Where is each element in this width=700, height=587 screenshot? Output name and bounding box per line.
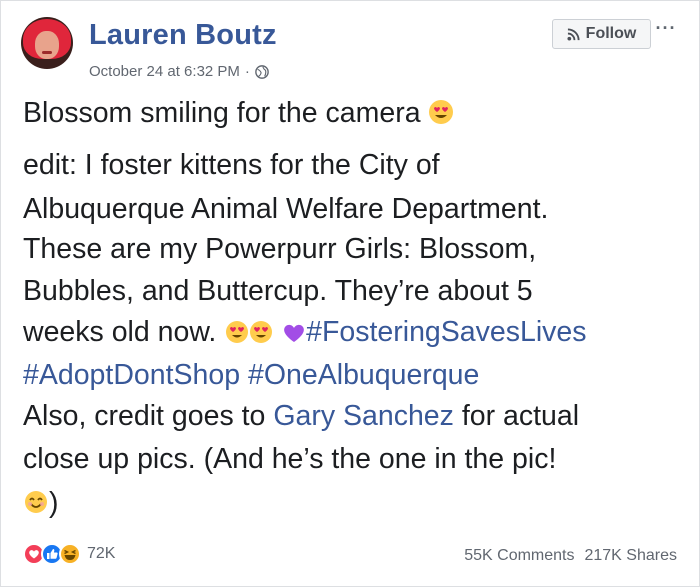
post-line-6: weeks old now. #FosteringSavesLives <box>23 312 587 353</box>
post-card: Lauren Boutz October 24 at 6:32 PM · Fol… <box>0 0 700 587</box>
hashtag-adopt-dont-shop[interactable]: #AdoptDontShop <box>23 359 240 391</box>
post-line-7: #AdoptDontShop #OneAlbuquerque <box>23 355 479 396</box>
comments-count[interactable]: 55K Comments <box>464 547 574 564</box>
purple-heart-emoji <box>284 324 304 342</box>
follow-button[interactable]: Follow <box>552 19 651 49</box>
post-line-1: Blossom smiling for the camera <box>23 93 454 134</box>
meta-separator: · <box>244 63 250 80</box>
post-meta: October 24 at 6:32 PM · <box>89 63 269 80</box>
author-name[interactable]: Lauren Boutz <box>89 19 277 52</box>
heart-eyes-emoji <box>429 100 454 124</box>
post-line-5: Bubbles, and Buttercup. They’re about 5 <box>23 275 533 307</box>
avatar-face <box>35 31 59 59</box>
post-line-10: ) <box>23 483 59 524</box>
post-date[interactable]: October 24 at 6:32 PM <box>89 63 240 80</box>
post-text: Also, credit goes to <box>23 400 266 432</box>
post-stats: 55K Comments 217K Shares <box>464 547 677 565</box>
avatar-mouth <box>42 51 52 54</box>
heart-eyes-emoji-pair <box>226 321 273 343</box>
post-line-9: close up pics. (And he’s the one in the … <box>23 443 557 475</box>
globe-icon[interactable] <box>255 64 269 79</box>
post-text: Blossom smiling for the camera <box>23 97 421 129</box>
reaction-count[interactable]: 72K <box>87 545 115 563</box>
rss-icon <box>567 27 580 41</box>
post-line-4: These are my Powerpurr Girls: Blossom, <box>23 233 537 265</box>
smiling-emoji <box>25 491 47 513</box>
hashtag-fostering-saves-lives[interactable]: #FosteringSavesLives <box>306 316 586 348</box>
follow-label: Follow <box>585 25 637 42</box>
author-avatar[interactable] <box>21 17 73 69</box>
post-line-3: Albuquerque Animal Welfare Department. <box>23 193 549 225</box>
post-line-2: edit: I foster kittens for the City of <box>23 149 440 181</box>
post-text: ) <box>49 487 59 519</box>
shares-count[interactable]: 217K Shares <box>584 547 677 564</box>
post-text: weeks old now. <box>23 316 217 348</box>
mention-gary-sanchez[interactable]: Gary Sanchez <box>273 400 454 432</box>
post-line-8: Also, credit goes to Gary Sanchez for ac… <box>23 396 579 437</box>
more-options-button[interactable]: ··· <box>653 19 679 41</box>
hashtag-one-albuquerque[interactable]: #OneAlbuquerque <box>248 359 479 391</box>
reactions-summary[interactable]: 72K <box>23 543 115 565</box>
haha-reaction-icon <box>59 543 81 565</box>
post-text: for actual <box>461 400 580 432</box>
